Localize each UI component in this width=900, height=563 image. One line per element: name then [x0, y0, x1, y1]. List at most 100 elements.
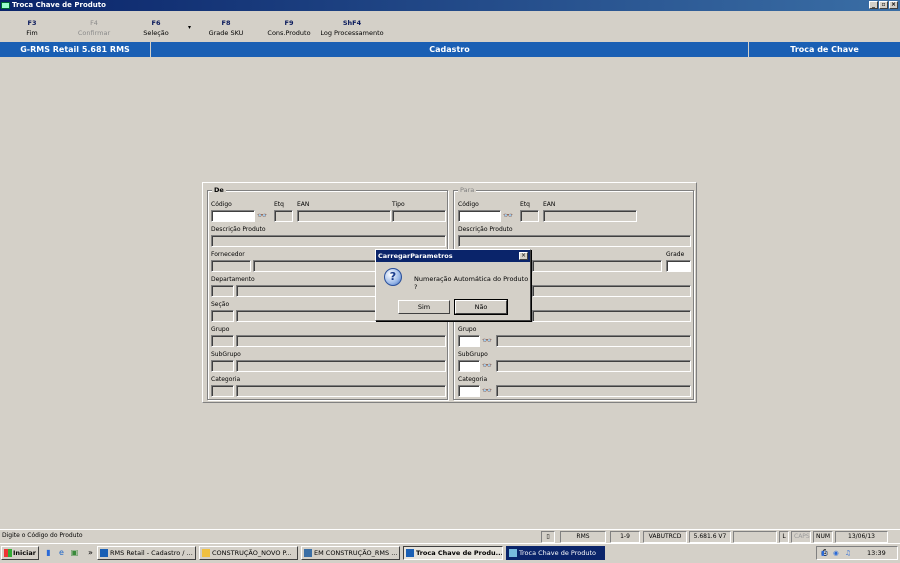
start-button[interactable]: Iniciar [1, 546, 39, 560]
security-icon[interactable]: ◉ [833, 547, 839, 559]
fkey-label: F8 [221, 19, 231, 27]
window-title: Troca Chave de Produto [12, 1, 106, 9]
taskbar-item[interactable]: Troca Chave de Produto [506, 546, 605, 560]
function-key-toolbar: F3 Fim F4 Confirmar F6 Seleção ▾ F8 Grad… [0, 11, 900, 41]
para-grupo-name-field [496, 335, 691, 347]
de-tipo-field [392, 210, 446, 222]
para-categoria-code-input[interactable] [458, 385, 480, 397]
taskbar-item[interactable]: RMS Retail - Cadastro / ... [97, 546, 196, 560]
no-button[interactable]: Não [454, 299, 508, 315]
fkey-label: F9 [284, 19, 294, 27]
taskbar-item-label: CONSTRUÇÃO_NOVO P... [212, 549, 292, 557]
taskbar: Iniciar ▮ e ▣ » RMS Retail - Cadastro / … [0, 543, 900, 563]
fkey-caption: Seleção [143, 29, 169, 37]
de-ean-label: EAN [297, 201, 310, 208]
de-grupo-name-field [236, 335, 446, 347]
de-categoria-name-field [236, 385, 446, 397]
status-range: 1-9 [610, 531, 640, 543]
status-caps: CAPS [791, 531, 811, 543]
volume-icon[interactable]: ♫ [845, 547, 851, 559]
fkey-f9-cons-produto[interactable]: F9 Cons.Produto [264, 18, 314, 38]
fkey-label: ShF4 [342, 19, 362, 27]
de-descricao-label: Descrição Produto [211, 226, 266, 233]
para-etq-label: Etq [520, 201, 530, 208]
fkey-shf4-log-processamento[interactable]: ShF4 Log Processamento [320, 18, 384, 38]
more-chevron-icon[interactable]: » [86, 548, 95, 557]
binoculars-search-icon[interactable]: 👓 [481, 335, 493, 346]
para-departamento-field [532, 285, 691, 297]
network-icon[interactable]: ◧ [821, 547, 827, 559]
de-categoria-code-field [211, 385, 234, 397]
fkey-label: F3 [27, 19, 37, 27]
document-icon: ▯ [541, 531, 555, 543]
status-date: 13/06/13 [835, 531, 888, 543]
question-icon: ? [384, 268, 402, 286]
taskbar-item-label: RMS Retail - Cadastro / ... [110, 549, 193, 557]
para-ean-label: EAN [543, 201, 556, 208]
de-subgrupo-code-field [211, 360, 234, 372]
dropdown-arrow-icon[interactable]: ▾ [188, 24, 191, 31]
taskbar-item-active[interactable]: Troca Chave de Produ... [403, 546, 503, 560]
binoculars-search-icon[interactable]: 👓 [481, 385, 493, 396]
status-bar: Digite o Código do Produto ▯ RMS 1-9 VAB… [0, 529, 900, 544]
dialog-close-icon[interactable]: × [519, 252, 528, 260]
status-version: 5.681.6 V7 [689, 531, 731, 543]
taskbar-item-label: Troca Chave de Produ... [416, 549, 503, 557]
para-grade-label: Grade [666, 251, 685, 258]
dialog-titlebar[interactable]: CarregarParametros [376, 250, 530, 262]
para-descricao-field [458, 235, 691, 247]
de-ean-field [297, 210, 391, 222]
quicklaunch-icon[interactable]: ▮ [44, 548, 53, 557]
fkey-f4-confirmar[interactable]: F4 Confirmar [74, 18, 114, 38]
status-hint: Digite o Código do Produto [2, 532, 83, 539]
para-secao-field [532, 310, 691, 322]
rms-app-icon [509, 549, 517, 557]
para-subgrupo-code-input[interactable] [458, 360, 480, 372]
status-empty-cell [733, 531, 777, 543]
para-codigo-input[interactable] [458, 210, 501, 222]
para-fornecedor-field [532, 260, 662, 272]
fkey-caption: Fim [26, 29, 38, 37]
de-etq-field [274, 210, 293, 222]
windows-logo-icon [4, 549, 12, 557]
de-subgrupo-name-field [236, 360, 446, 372]
taskbar-item-label: Troca Chave de Produto [519, 549, 596, 557]
para-grupo-code-input[interactable] [458, 335, 480, 347]
minimize-button[interactable]: _ [869, 1, 878, 9]
de-codigo-input[interactable] [211, 210, 255, 222]
ie-icon[interactable]: e [57, 548, 66, 557]
clock[interactable]: 13:39 [867, 547, 886, 559]
rms-app-icon [406, 549, 414, 557]
para-ean-field [543, 210, 637, 222]
window-titlebar[interactable]: Troca Chave de Produto _ ▫ × [0, 0, 900, 11]
para-grade-input[interactable] [666, 260, 691, 272]
close-button[interactable]: × [889, 1, 898, 9]
de-fornecedor-label: Fornecedor [211, 251, 245, 258]
fkey-f3-fim[interactable]: F3 Fim [18, 18, 46, 38]
de-grupo-label: Grupo [211, 326, 230, 333]
maximize-button[interactable]: ▫ [879, 1, 888, 9]
binoculars-search-icon[interactable]: 👓 [256, 210, 268, 221]
binoculars-search-icon[interactable]: 👓 [481, 360, 493, 371]
de-secao-code-field [211, 310, 234, 322]
para-subgrupo-name-field [496, 360, 691, 372]
function-title: Troca de Chave [790, 45, 859, 54]
para-codigo-label: Código [458, 201, 479, 208]
fkey-f8-grade-sku[interactable]: F8 Grade SKU [206, 18, 246, 38]
fkey-f6-selecao[interactable]: F6 Seleção [138, 18, 174, 38]
de-fornecedor-code-field [211, 260, 251, 272]
de-categoria-label: Categoria [211, 376, 241, 383]
binoculars-search-icon[interactable]: 👓 [502, 210, 514, 221]
para-group-title: Para [458, 186, 477, 195]
de-secao-label: Seção [211, 301, 230, 308]
fkey-caption: Log Processamento [320, 29, 384, 37]
taskbar-item[interactable]: CONSTRUÇÃO_NOVO P... [199, 546, 298, 560]
taskbar-item-label: EM CONSTRUÇÃO_RMS ... [314, 549, 398, 557]
taskbar-item[interactable]: EM CONSTRUÇÃO_RMS ... [301, 546, 400, 560]
para-etq-field [520, 210, 539, 222]
quicklaunch-icon[interactable]: ▣ [70, 548, 79, 557]
de-descricao-field [211, 235, 446, 247]
yes-button[interactable]: Sim [398, 300, 450, 314]
fkey-caption: Cons.Produto [267, 29, 311, 37]
fkey-label: F4 [90, 19, 98, 27]
